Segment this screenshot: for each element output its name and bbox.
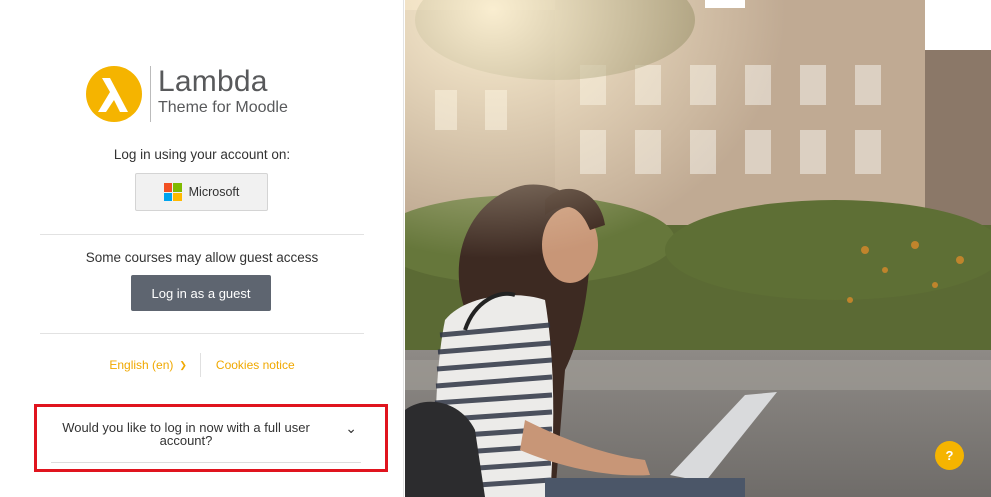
language-selector[interactable]: English (en) ❯ [109,358,200,372]
background-photo [405,0,991,497]
lambda-logo-icon [86,66,142,122]
guest-prompt: Some courses may allow guest access [85,250,319,265]
microsoft-logo-icon [163,183,182,201]
divider [51,462,361,463]
brand-logo: Lambda Theme for Moodle [86,66,288,122]
language-label: English (en) [109,358,174,372]
chevron-down-icon: ❯ [179,359,187,370]
microsoft-login-button[interactable]: Microsoft [135,173,268,211]
footer-links: English (en) ❯ Cookies notice [40,352,364,378]
help-button[interactable]: ? [935,441,964,470]
brand-tagline: Theme for Moodle [158,99,288,116]
divider [40,333,364,334]
full-account-toggle[interactable]: Would you like to log in now with a full… [34,404,388,472]
guest-login-button[interactable]: Log in as a guest [131,275,271,311]
divider [40,234,364,235]
login-panel: Lambda Theme for Moodle Log in using you… [0,0,404,497]
microsoft-button-label: Microsoft [188,185,240,199]
chevron-down-icon: ⌄ [345,420,357,436]
full-account-question: Would you like to log in now with a full… [62,420,310,448]
cookies-notice-link[interactable]: Cookies notice [201,358,295,372]
logo-separator [150,66,151,122]
login-prompt: Log in using your account on: [113,147,291,162]
brand-name: Lambda [158,65,268,98]
